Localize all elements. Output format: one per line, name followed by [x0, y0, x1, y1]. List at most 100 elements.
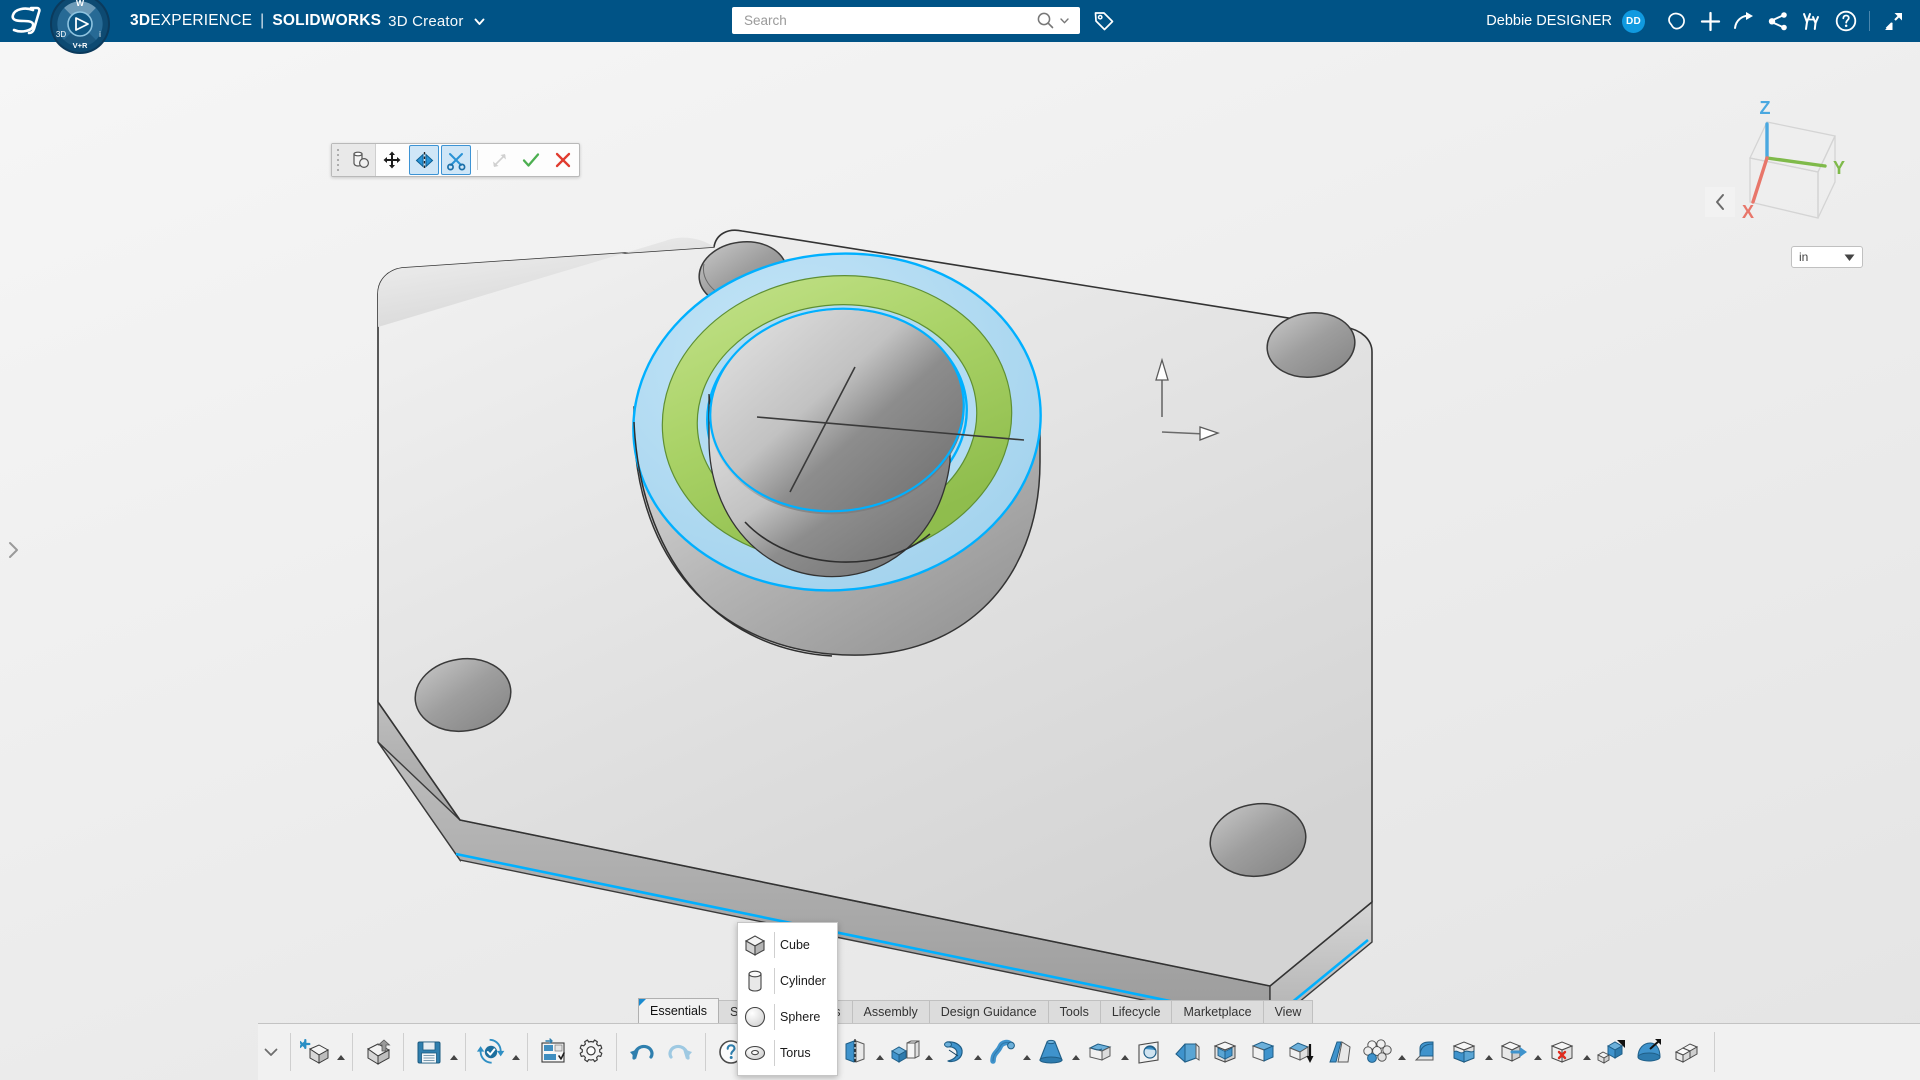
svg-text:W: W — [76, 0, 85, 8]
share-arrow-icon[interactable] — [1727, 0, 1761, 42]
hollow-button[interactable] — [1206, 1030, 1244, 1074]
update-caret[interactable] — [510, 1030, 521, 1074]
mirror-button[interactable] — [836, 1030, 874, 1074]
view-orientation-triad[interactable]: Z Y X — [1715, 90, 1865, 230]
fillet-button[interactable] — [1407, 1030, 1445, 1074]
mirror-caret[interactable] — [874, 1030, 885, 1074]
save-caret[interactable] — [448, 1030, 459, 1074]
file-group — [297, 1030, 397, 1074]
new-part-button[interactable] — [297, 1030, 335, 1074]
chevron-down-icon[interactable] — [473, 15, 486, 28]
shell-caret[interactable] — [1119, 1030, 1130, 1074]
properties-button[interactable] — [534, 1030, 572, 1074]
update-button[interactable] — [472, 1030, 510, 1074]
cylinder-icon — [738, 968, 772, 994]
confirm-button[interactable] — [516, 145, 546, 175]
context-mini-toolbar[interactable] — [331, 143, 580, 177]
move-tool-button[interactable] — [377, 145, 407, 175]
tab-design-guidance[interactable]: Design Guidance — [929, 1000, 1049, 1023]
extrude-caret[interactable] — [923, 1030, 934, 1074]
deform-button[interactable] — [1445, 1030, 1483, 1074]
swym-icon[interactable] — [1795, 0, 1829, 42]
notifications-icon[interactable] — [1659, 0, 1693, 42]
drag-handle[interactable] — [332, 144, 344, 176]
tab-marketplace[interactable]: Marketplace — [1171, 1000, 1263, 1023]
social-share-icon[interactable] — [1761, 0, 1795, 42]
move-body-button[interactable] — [1494, 1030, 1532, 1074]
tab-essentials[interactable]: Essentials — [638, 998, 719, 1023]
trim-tool-button[interactable] — [441, 145, 471, 175]
push-pull-button[interactable] — [1282, 1030, 1320, 1074]
user-name[interactable]: Debbie DESIGNER — [1486, 13, 1612, 29]
open-button[interactable] — [359, 1030, 397, 1074]
chevron-down-icon — [1844, 253, 1855, 262]
avatar[interactable]: DD — [1622, 10, 1645, 33]
sphere-icon — [738, 1004, 772, 1030]
dome-button[interactable] — [1630, 1030, 1668, 1074]
combine-button[interactable] — [1592, 1030, 1630, 1074]
header-divider — [1869, 11, 1870, 31]
sweep-caret[interactable] — [1021, 1030, 1032, 1074]
app-title[interactable]: 3DEXPERIENCE | SOLIDWORKS 3D Creator — [130, 0, 486, 42]
help-icon[interactable] — [1829, 0, 1863, 42]
3d-model[interactable] — [0, 42, 1920, 1080]
add-icon[interactable] — [1693, 0, 1727, 42]
move-body-caret[interactable] — [1532, 1030, 1543, 1074]
loft-caret[interactable] — [1070, 1030, 1081, 1074]
3dexperience-compass[interactable]: W 3D i V+R — [48, 0, 112, 56]
save-button[interactable] — [410, 1030, 448, 1074]
primitives-dropdown-menu[interactable]: Cube Cylinder Sphere — [737, 922, 838, 1076]
redo-button[interactable] — [661, 1030, 699, 1074]
pattern-button[interactable] — [1358, 1030, 1396, 1074]
tab-view[interactable]: View — [1263, 1000, 1314, 1023]
delete-face-button[interactable] — [1543, 1030, 1581, 1074]
hole-button[interactable] — [1130, 1030, 1168, 1074]
search-icon[interactable] — [1036, 11, 1055, 30]
units-dropdown[interactable]: in — [1791, 246, 1863, 268]
menu-item-label: Torus — [780, 1046, 811, 1060]
viewport-canvas[interactable]: Z Y X in Cube — [0, 42, 1920, 1080]
extrude-button[interactable] — [885, 1030, 923, 1074]
menu-item-label: Sphere — [780, 1010, 820, 1024]
resize-button[interactable] — [484, 145, 514, 175]
search-box[interactable] — [732, 7, 1080, 34]
axis-label-x: X — [1742, 202, 1754, 222]
settings-button[interactable] — [572, 1030, 610, 1074]
menu-item-torus[interactable]: Torus — [738, 1035, 837, 1071]
brand-3d: 3DEXPERIENCE — [130, 12, 252, 30]
tab-tools[interactable]: Tools — [1048, 1000, 1101, 1023]
torus-icon — [738, 1040, 772, 1066]
pattern-caret[interactable] — [1396, 1030, 1407, 1074]
shell-button[interactable] — [1081, 1030, 1119, 1074]
loft-button[interactable] — [1032, 1030, 1070, 1074]
undo-button[interactable] — [623, 1030, 661, 1074]
sweep-button[interactable] — [983, 1030, 1021, 1074]
split-button[interactable] — [1320, 1030, 1358, 1074]
tab-assembly[interactable]: Assembly — [852, 1000, 930, 1023]
deform-caret[interactable] — [1483, 1030, 1494, 1074]
cancel-button[interactable] — [548, 145, 578, 175]
chevron-down-icon[interactable] — [1057, 13, 1072, 28]
features-group — [836, 1030, 1706, 1074]
menu-item-cylinder[interactable]: Cylinder — [738, 963, 837, 999]
tag-icon[interactable] — [1092, 9, 1116, 33]
revolve-caret[interactable] — [972, 1030, 983, 1074]
new-part-caret[interactable] — [335, 1030, 346, 1074]
right-panel-toggle[interactable] — [1705, 187, 1735, 217]
delete-face-caret[interactable] — [1581, 1030, 1592, 1074]
collapse-fullscreen-icon[interactable] — [1876, 0, 1910, 42]
rib-button[interactable] — [1668, 1030, 1706, 1074]
flip-direction-button[interactable] — [409, 145, 439, 175]
tab-lifecycle[interactable]: Lifecycle — [1100, 1000, 1173, 1023]
dassault-systemes-logo[interactable] — [6, 4, 44, 38]
search-input[interactable] — [732, 8, 1036, 33]
menu-item-sphere[interactable]: Sphere — [738, 999, 837, 1035]
revolve-button[interactable] — [934, 1030, 972, 1074]
left-panel-toggle[interactable] — [2, 537, 24, 563]
collapse-toolbar-button[interactable] — [258, 1025, 284, 1080]
menu-item-cube[interactable]: Cube — [738, 927, 837, 963]
chamfer-button[interactable] — [1168, 1030, 1206, 1074]
fill-surface-button[interactable] — [1244, 1030, 1282, 1074]
menu-item-label: Cube — [780, 938, 810, 952]
action-bar[interactable] — [258, 1023, 1920, 1080]
